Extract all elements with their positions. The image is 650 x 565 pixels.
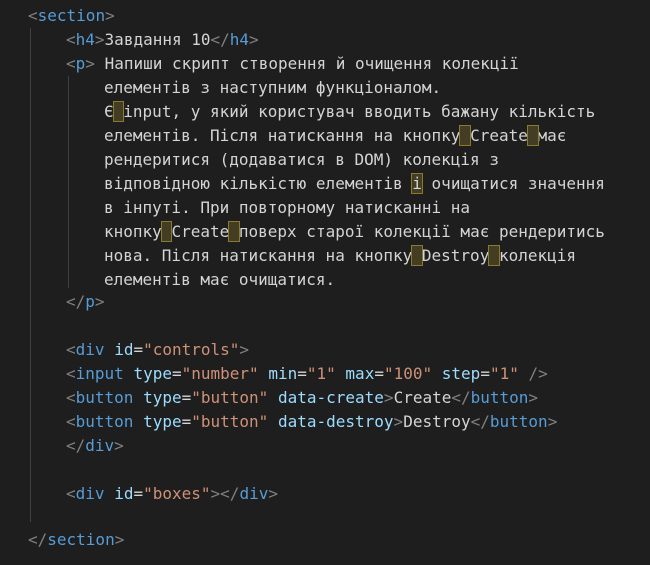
code-line: <button type="button" data-destroy>Destr… (66, 412, 558, 431)
code-line: <div id="boxes"></div> (66, 484, 278, 503)
code-line: <button type="button" data-create>Create… (66, 388, 539, 407)
code-line: <h4>Завдання 10</h4> (66, 30, 259, 49)
indent-guide (68, 76, 69, 288)
indent-guide (30, 28, 31, 522)
code-line: в інпуті. При повторному натисканні на (104, 198, 471, 217)
highlight-marker (160, 221, 173, 242)
code-line: </section> (28, 530, 125, 549)
code-line: кнопку Create поверх старої колекції має… (104, 221, 605, 242)
highlight-marker (459, 125, 472, 146)
code-line: елементів. Після натискання на кнопку Cr… (104, 125, 567, 146)
code-editor[interactable]: <section> <h4>Завдання 10</h4> <p> Напиш… (0, 0, 650, 565)
code-line: елементів має очищатися. (104, 270, 336, 289)
code-line: <input type="number" min="1" max="100" s… (66, 364, 548, 383)
highlight-marker (112, 101, 125, 122)
code-line: нова. Після натискання на кнопку Destroy… (104, 245, 577, 266)
code-line: відповідною кількістю елементів і очищат… (104, 173, 605, 194)
code-line: <section> (28, 6, 115, 25)
code-line: <p> Напиши скрипт створення й очищення к… (66, 54, 519, 73)
code-line: рендеритися (додаватися в DOM) колекція … (104, 150, 499, 169)
highlight-marker: і (411, 173, 423, 194)
highlight-marker (411, 245, 423, 266)
highlight-marker (488, 245, 500, 266)
heading-text: Завдання 10 (104, 30, 211, 49)
code-line: <div id="controls"> (66, 340, 250, 359)
code-line: </p> (66, 292, 105, 311)
code-line: </div> (66, 436, 124, 455)
code-line: Є input, у який користувач вводить бажан… (104, 101, 596, 122)
code-line: елементів з наступним функціоналом. (104, 78, 442, 97)
highlight-marker (228, 221, 240, 242)
highlight-marker (526, 125, 539, 146)
